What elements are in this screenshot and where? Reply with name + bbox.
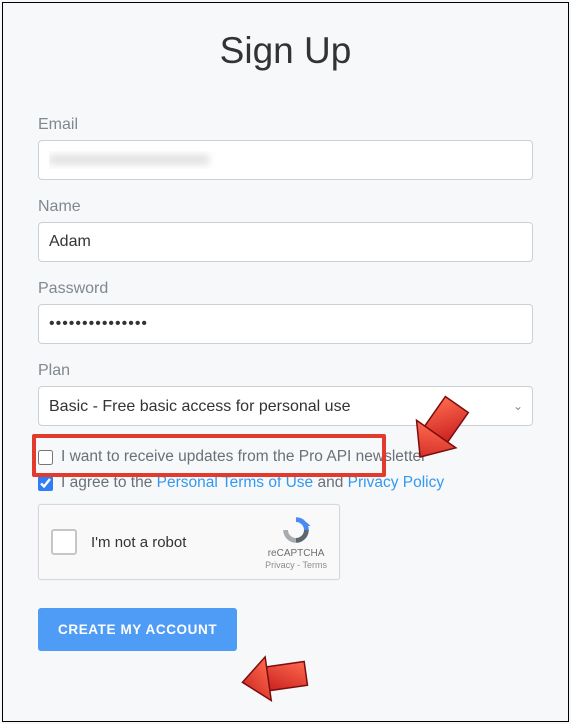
- terms-link-tos[interactable]: Personal Terms of Use: [157, 474, 314, 491]
- newsletter-label: I want to receive updates from the Pro A…: [61, 448, 426, 466]
- recaptcha-terms[interactable]: Terms: [303, 560, 328, 570]
- name-label: Name: [38, 198, 533, 216]
- terms-prefix: I agree to the: [61, 474, 157, 491]
- plan-label: Plan: [38, 362, 533, 380]
- terms-row: I agree to the Personal Terms of Use and…: [38, 474, 533, 492]
- terms-text: I agree to the Personal Terms of Use and…: [61, 474, 444, 492]
- newsletter-row: I want to receive updates from the Pro A…: [38, 448, 533, 466]
- password-label: Password: [38, 280, 533, 298]
- recaptcha-legal: Privacy - Terms: [265, 560, 327, 571]
- plan-field-group: Plan Basic - Free basic access for perso…: [38, 362, 533, 426]
- terms-checkbox[interactable]: [38, 476, 53, 491]
- signup-form: Sign Up Email Name Password Plan Basic -…: [0, 0, 571, 681]
- recaptcha-widget: I'm not a robot reCAPTCHA Privacy - Term…: [38, 504, 340, 580]
- name-input[interactable]: [38, 222, 533, 262]
- email-input[interactable]: [38, 140, 533, 180]
- page-title: Sign Up: [38, 30, 533, 72]
- recaptcha-badge: reCAPTCHA Privacy - Terms: [265, 514, 327, 571]
- email-label: Email: [38, 116, 533, 134]
- email-field-group: Email: [38, 116, 533, 180]
- terms-link-privacy[interactable]: Privacy Policy: [348, 474, 444, 491]
- create-account-button[interactable]: CREATE MY ACCOUNT: [38, 608, 237, 651]
- recaptcha-checkbox[interactable]: [51, 529, 77, 555]
- password-field-group: Password: [38, 280, 533, 344]
- recaptcha-brand: reCAPTCHA: [268, 548, 325, 560]
- recaptcha-label: I'm not a robot: [91, 534, 265, 551]
- password-input[interactable]: [38, 304, 533, 344]
- terms-mid: and: [313, 474, 347, 491]
- recaptcha-sep: -: [295, 560, 303, 570]
- recaptcha-privacy[interactable]: Privacy: [265, 560, 295, 570]
- plan-select[interactable]: Basic - Free basic access for personal u…: [38, 386, 533, 426]
- name-field-group: Name: [38, 198, 533, 262]
- newsletter-checkbox[interactable]: [38, 450, 53, 465]
- recaptcha-icon: [280, 514, 312, 546]
